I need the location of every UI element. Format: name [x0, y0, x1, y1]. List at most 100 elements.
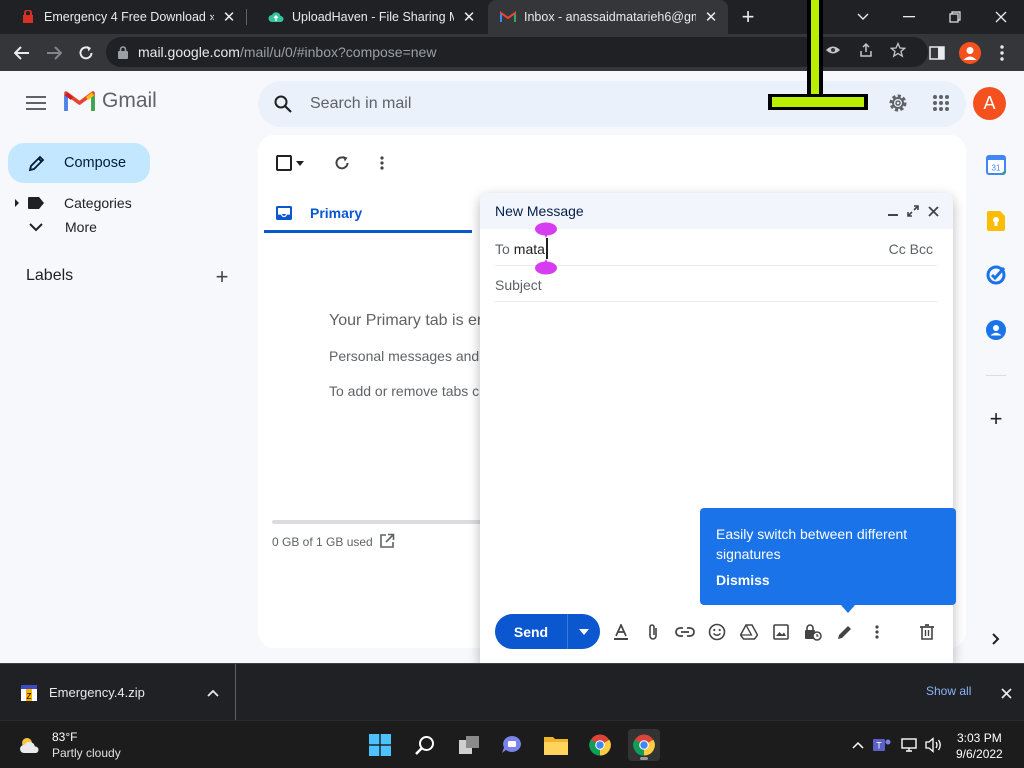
signature-tip-popup: Easily switch between different signatur… [700, 508, 956, 613]
more-options-vertical-icon[interactable] [866, 621, 888, 643]
nav-item-more[interactable]: More [0, 215, 240, 239]
expand-arrow-icon[interactable] [14, 198, 24, 208]
side-panel-icon[interactable] [923, 39, 951, 67]
google-keep-icon[interactable] [986, 211, 1006, 231]
windows-start-icon[interactable] [364, 729, 396, 761]
close-tab-icon[interactable]: ✕ [220, 8, 238, 26]
chrome-menu-icon[interactable] [988, 39, 1016, 67]
windows-search-icon[interactable] [409, 729, 441, 761]
new-tab-button[interactable]: + [736, 4, 760, 30]
weather-widget[interactable]: 83°F Partly cloudy [18, 729, 121, 761]
settings-gear-icon[interactable] [886, 91, 910, 115]
insert-emoji-icon[interactable] [706, 621, 728, 643]
subject-input[interactable] [495, 276, 895, 293]
browser-tab-uploadhaven[interactable]: UploadHaven - File Sharing Made Simple ✕ [248, 0, 486, 34]
insert-photo-icon[interactable] [770, 621, 792, 643]
volume-icon[interactable] [924, 735, 944, 755]
lock-icon[interactable] [118, 45, 128, 59]
selection-handle-top[interactable] [535, 222, 557, 238]
weather-temperature: 83°F [52, 730, 78, 744]
bookmark-star-icon[interactable] [889, 41, 907, 59]
select-dropdown-caret-icon[interactable] [294, 151, 306, 175]
close-icon[interactable] [925, 203, 941, 219]
cloud-favicon-icon [268, 9, 284, 25]
chrome-taskbar-icon-active[interactable] [628, 729, 660, 761]
schedule-send-dropdown-icon[interactable] [568, 628, 600, 635]
minimize-icon[interactable] [885, 203, 901, 219]
gmail-favicon-icon [500, 9, 516, 25]
chevron-up-icon[interactable] [207, 689, 219, 697]
tab-primary[interactable]: Primary [264, 195, 472, 233]
label-tag-icon [28, 197, 44, 209]
pencil-icon [28, 154, 46, 172]
labels-heading: Labels [26, 267, 74, 284]
download-shelf: Z Emergency.4.zip Show all [0, 663, 1024, 721]
search-input[interactable] [310, 95, 730, 113]
google-calendar-icon[interactable]: 31 [986, 155, 1006, 175]
active-app-indicator [640, 757, 648, 760]
file-explorer-icon[interactable] [540, 729, 572, 761]
tab-separator [246, 9, 247, 25]
close-icon[interactable] [996, 683, 1016, 703]
browser-tab-emergency[interactable]: Emergency 4 Free Download » STE ✕ [0, 0, 246, 34]
account-avatar[interactable]: A [973, 87, 1006, 120]
selection-handle-bottom[interactable] [535, 259, 557, 275]
url-text: mail.google.com/mail/u/0/#inbox?compose=… [138, 44, 437, 60]
gmail-m-icon [64, 91, 95, 111]
full-screen-icon[interactable] [905, 203, 921, 219]
forward-button[interactable] [40, 39, 68, 67]
refresh-icon[interactable] [330, 151, 354, 175]
browser-tab-gmail[interactable]: Inbox - anassaidmatarieh6@gmail.com - Gm… [488, 0, 728, 34]
insert-link-icon[interactable] [674, 621, 696, 643]
google-contacts-icon[interactable] [986, 320, 1006, 340]
confidential-mode-icon[interactable] [802, 621, 824, 643]
weather-description: Partly cloudy [52, 746, 121, 760]
tooltip-pointer [840, 604, 856, 613]
show-hidden-icons-chevron-icon[interactable] [848, 735, 868, 755]
chevron-down-icon [29, 222, 43, 232]
ste-favicon-icon [20, 9, 36, 25]
gmail-logo[interactable]: Gmail [64, 89, 157, 113]
subject-field[interactable] [495, 268, 937, 302]
network-icon[interactable] [900, 735, 920, 755]
dismiss-button[interactable]: Dismiss [716, 572, 770, 588]
profile-avatar-icon[interactable] [956, 39, 984, 67]
show-side-panel-chevron-icon[interactable] [986, 629, 1006, 649]
cc-bcc-link[interactable]: Cc Bcc [889, 241, 933, 257]
show-all-downloads-link[interactable]: Show all [926, 684, 971, 698]
windows-taskbar: 83°F Partly cloudy T 3:03 PM 9/6/2022 [0, 720, 1024, 768]
main-menu-icon[interactable] [22, 91, 50, 115]
open-in-new-icon[interactable] [379, 533, 395, 549]
to-input[interactable] [513, 240, 714, 257]
svg-text:T: T [876, 741, 882, 751]
teams-tray-icon[interactable]: T [872, 735, 892, 755]
close-tab-icon[interactable]: ✕ [460, 8, 478, 26]
task-view-icon[interactable] [453, 729, 485, 761]
formatting-options-icon[interactable] [610, 621, 632, 643]
discard-draft-trash-icon[interactable] [916, 621, 938, 643]
back-button[interactable] [8, 39, 36, 67]
reload-button[interactable] [72, 39, 100, 67]
close-tab-icon[interactable]: ✕ [702, 8, 720, 26]
select-all-checkbox[interactable] [272, 151, 296, 175]
get-addons-plus-icon[interactable]: + [986, 406, 1006, 431]
search-icon[interactable] [274, 95, 292, 113]
download-item[interactable]: Z Emergency.4.zip [0, 664, 236, 721]
nav-item-categories[interactable]: Categories [0, 191, 240, 215]
google-apps-icon[interactable] [929, 91, 953, 115]
send-button[interactable]: Send [495, 624, 567, 640]
google-tasks-icon[interactable] [986, 265, 1006, 285]
restore-window-button[interactable] [932, 0, 978, 34]
compose-button[interactable]: Compose [8, 143, 150, 183]
more-options-vertical-icon[interactable] [370, 151, 394, 175]
system-clock[interactable]: 3:03 PM 9/6/2022 [956, 730, 1003, 762]
attach-files-icon[interactable] [642, 621, 664, 643]
add-label-plus-icon[interactable]: + [212, 264, 232, 289]
google-drive-icon[interactable] [738, 621, 760, 643]
close-window-button[interactable] [978, 0, 1024, 34]
minimize-window-button[interactable] [886, 0, 932, 34]
to-field[interactable]: To Cc Bcc [495, 232, 937, 266]
insert-signature-icon[interactable] [834, 621, 856, 643]
teams-chat-icon[interactable] [496, 729, 528, 761]
chrome-taskbar-icon[interactable] [584, 729, 616, 761]
